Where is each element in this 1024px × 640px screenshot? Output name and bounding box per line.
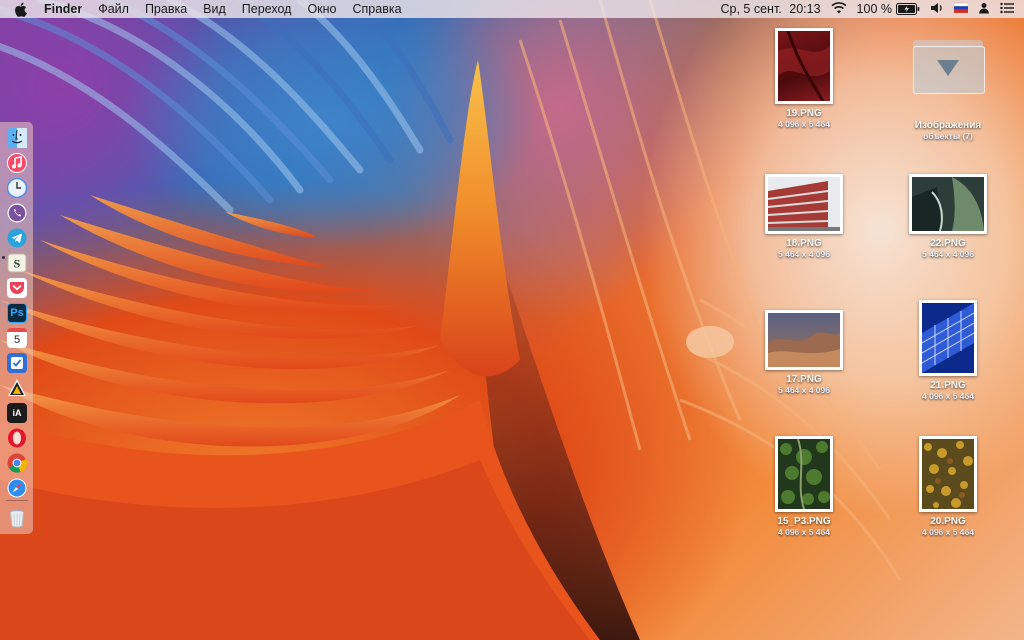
file-name: 19.PNG bbox=[786, 108, 822, 119]
dock-running-indicator bbox=[2, 256, 5, 259]
file-name: 15_P3.PNG bbox=[777, 516, 831, 527]
chrome-icon[interactable] bbox=[7, 453, 27, 473]
desktop-file-19[interactable]: 19.PNG 4 096 x 5 464 bbox=[749, 28, 859, 129]
file-name: 22.PNG bbox=[930, 238, 966, 249]
file-name: 20.PNG bbox=[930, 516, 966, 527]
file-name: 18.PNG bbox=[786, 238, 822, 249]
file-thumbnail bbox=[765, 174, 843, 234]
desktop-file-18[interactable]: 18.PNG 5 464 x 4 096 bbox=[749, 174, 859, 259]
photoshop-icon[interactable]: Ps bbox=[7, 303, 27, 323]
calendar-icon[interactable]: 5 bbox=[7, 328, 27, 348]
wallpaper-waves bbox=[0, 0, 902, 640]
desktop-file-15-p3[interactable]: 15_P3.PNG 4 096 x 5 464 bbox=[749, 436, 859, 537]
file-dimensions: 4 096 x 5 464 bbox=[778, 527, 830, 537]
battery-status[interactable]: 100 % bbox=[857, 2, 920, 16]
file-dimensions: 5 464 x 4 096 bbox=[778, 249, 830, 259]
menu-bar-status-area: Ср, 5 сент. 20:13 100 % bbox=[717, 0, 1024, 18]
pocket-icon[interactable] bbox=[7, 278, 27, 298]
desktop-file-17[interactable]: 17.PNG 5 464 x 4 096 bbox=[749, 310, 859, 395]
desktop-file-22[interactable]: 22.PNG 5 464 x 4 096 bbox=[893, 174, 1003, 259]
file-name: 17.PNG bbox=[786, 374, 822, 385]
clock-date: Ср, 5 сент. bbox=[720, 2, 782, 16]
desktop-wallpaper bbox=[0, 0, 1024, 640]
file-dimensions: 4 096 x 5 464 bbox=[922, 391, 974, 401]
wifi-icon[interactable] bbox=[830, 1, 847, 17]
folder-name: Изображения bbox=[914, 120, 982, 131]
file-thumbnail bbox=[775, 436, 833, 512]
folder-icon bbox=[913, 40, 985, 94]
file-thumbnail bbox=[919, 436, 977, 512]
menu-go[interactable]: Переход bbox=[234, 0, 300, 18]
menu-file[interactable]: Файл bbox=[90, 0, 137, 18]
telegram-icon[interactable] bbox=[7, 228, 27, 248]
menu-help[interactable]: Справка bbox=[345, 0, 410, 18]
finder-icon[interactable] bbox=[7, 128, 27, 148]
checklist-icon[interactable] bbox=[7, 353, 27, 373]
music-icon[interactable] bbox=[7, 153, 27, 173]
ia-writer-icon[interactable]: iA bbox=[7, 403, 27, 423]
desktop-file-21[interactable]: 21.PNG 4 096 x 5 464 bbox=[893, 300, 1003, 401]
input-source-russian-flag-icon[interactable] bbox=[953, 2, 969, 17]
notification-center-icon[interactable] bbox=[1000, 2, 1014, 17]
file-dimensions: 4 096 x 5 464 bbox=[922, 527, 974, 537]
battery-percent: 100 % bbox=[856, 2, 892, 16]
file-thumbnail bbox=[909, 174, 987, 234]
svg-text:S: S bbox=[14, 257, 21, 271]
file-thumbnail bbox=[919, 300, 977, 376]
file-dimensions: 4 096 x 5 464 bbox=[778, 119, 830, 129]
safari-icon[interactable] bbox=[7, 478, 27, 498]
clock-app-icon[interactable] bbox=[7, 178, 27, 198]
dock-separator bbox=[6, 500, 28, 501]
volume-icon[interactable] bbox=[930, 2, 944, 17]
file-thumbnail bbox=[775, 28, 833, 104]
file-dimensions: 5 464 x 4 096 bbox=[778, 385, 830, 395]
affinity-icon[interactable] bbox=[7, 378, 27, 398]
battery-charging-icon bbox=[896, 3, 920, 15]
menu-bar: Finder Файл Правка Вид Переход Окно Спра… bbox=[0, 0, 1024, 18]
clock[interactable]: Ср, 5 сент. 20:13 bbox=[717, 2, 821, 16]
file-name: 21.PNG bbox=[930, 380, 966, 391]
menu-edit[interactable]: Правка bbox=[137, 0, 195, 18]
apple-menu-icon[interactable] bbox=[14, 1, 30, 17]
dock: S Ps 5 iA bbox=[0, 122, 33, 534]
menu-window[interactable]: Окно bbox=[299, 0, 344, 18]
trash-icon[interactable] bbox=[7, 508, 27, 528]
clock-time: 20:13 bbox=[789, 2, 821, 16]
user-account-icon[interactable] bbox=[978, 2, 990, 17]
opera-icon[interactable] bbox=[7, 428, 27, 448]
scrivener-icon[interactable]: S bbox=[7, 253, 27, 273]
folder-item-count: объекты (7) bbox=[923, 131, 973, 141]
desktop-folder-images[interactable]: Изображения объекты (7) bbox=[893, 40, 1003, 141]
desktop-file-20[interactable]: 20.PNG 4 096 x 5 464 bbox=[893, 436, 1003, 537]
file-dimensions: 5 464 x 4 096 bbox=[922, 249, 974, 259]
menu-view[interactable]: Вид bbox=[195, 0, 234, 18]
menu-app-finder[interactable]: Finder bbox=[42, 0, 90, 18]
file-thumbnail bbox=[765, 310, 843, 370]
viber-icon[interactable] bbox=[7, 203, 27, 223]
